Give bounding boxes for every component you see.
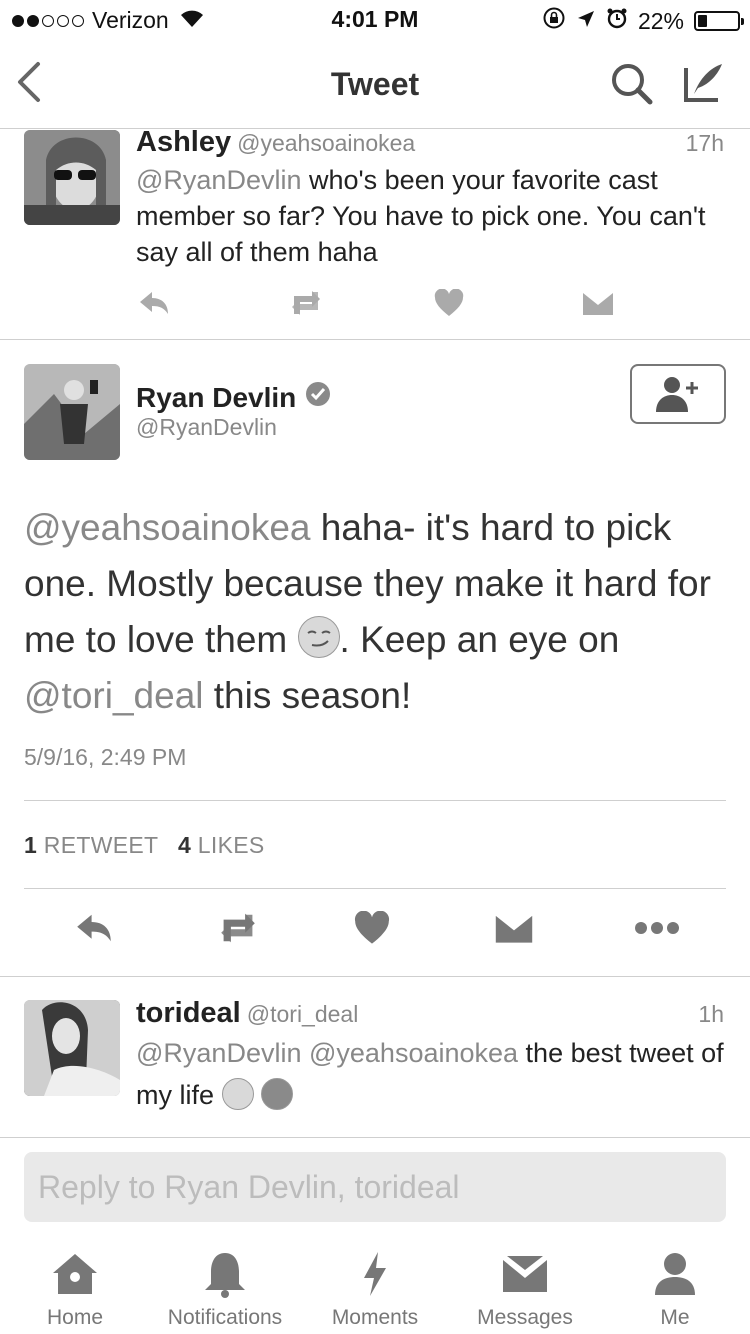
reply-button[interactable] (138, 288, 286, 323)
tab-label: Messages (477, 1306, 573, 1329)
avatar[interactable] (24, 130, 120, 225)
reply-author[interactable]: Ashley @yeahsoainokea (136, 126, 415, 159)
tweet-actions (138, 288, 730, 323)
tab-moments[interactable]: Moments (300, 1248, 450, 1330)
message-button[interactable] (494, 911, 634, 950)
divider (0, 339, 750, 340)
reply-icon (77, 914, 111, 942)
main-author-name[interactable]: Ryan Devlin (136, 380, 332, 415)
like-count: 4 (178, 832, 192, 858)
tweet-text-part: this season! (203, 675, 412, 716)
smirk-emoji-icon (297, 616, 340, 658)
avatar[interactable] (24, 1000, 120, 1096)
mention-link[interactable]: @tori_deal (24, 675, 204, 716)
home-icon (0, 1248, 150, 1300)
retweet-icon (292, 291, 320, 315)
tweet-timestamp: 5/9/16, 2:49 PM (24, 744, 187, 770)
envelope-icon (450, 1248, 600, 1300)
tweet-stats: 1 RETWEET 4 LIKES (24, 832, 265, 859)
divider (0, 1137, 750, 1138)
like-button[interactable] (354, 910, 494, 950)
bell-icon (150, 1248, 300, 1300)
more-icon (635, 922, 679, 934)
likes-stat[interactable]: 4 LIKES (178, 832, 265, 858)
status-right: 22% (542, 6, 744, 36)
reply-input[interactable] (24, 1152, 726, 1222)
heart-icon (434, 288, 464, 316)
tweet-time: 17h (685, 130, 724, 156)
main-author-handle[interactable]: @RyanDevlin (136, 414, 277, 441)
envelope-icon (495, 915, 533, 943)
main-tweet-text: @yeahsoainokea haha- it's hard to pick o… (24, 500, 734, 724)
like-button[interactable] (434, 288, 582, 322)
search-button[interactable] (608, 60, 656, 113)
tab-label: Home (46, 1306, 104, 1329)
author-name: torideal (136, 997, 241, 1029)
mention-link[interactable]: @yeahsoainokea (24, 507, 310, 548)
battery-percent: 22% (637, 7, 684, 34)
main-tweet-actions (74, 910, 750, 951)
author-name: Ashley (136, 126, 232, 158)
lightning-icon (300, 1248, 450, 1300)
compose-icon (684, 64, 722, 102)
divider (24, 888, 726, 889)
author-handle: @tori_deal (246, 1001, 359, 1027)
author-handle: @yeahsoainokea (237, 130, 416, 156)
add-user-icon (656, 377, 698, 412)
tab-label: Moments (331, 1306, 419, 1329)
retweet-stat[interactable]: 1 RETWEET (24, 832, 158, 858)
heart-eyes-emoji-icon (221, 1078, 254, 1110)
tweet-text: @RyanDevlin who's been your favorite cas… (136, 162, 726, 270)
message-button[interactable] (582, 289, 730, 322)
mention-link[interactable]: @RyanDevlin (136, 165, 301, 195)
verified-icon (304, 380, 332, 415)
retweet-button[interactable] (214, 910, 354, 951)
author-name: Ryan Devlin (136, 381, 297, 413)
main-avatar[interactable] (24, 364, 120, 460)
tab-me[interactable]: Me (600, 1248, 750, 1330)
divider (0, 976, 750, 977)
reply-button[interactable] (74, 910, 214, 951)
retweet-button[interactable] (286, 288, 434, 323)
divider (24, 800, 726, 801)
envelope-icon (583, 293, 613, 315)
tab-notifications[interactable]: Notifications (150, 1248, 300, 1330)
tweet-text-part: . Keep an eye on (339, 619, 620, 660)
mention-link[interactable]: @yeahsoainokea (309, 1038, 518, 1068)
tweet-time: 1h (698, 1001, 724, 1027)
tab-messages[interactable]: Messages (450, 1248, 600, 1330)
retweet-icon (221, 913, 255, 943)
alarm-icon (606, 7, 628, 35)
compose-button[interactable] (680, 58, 728, 111)
reply-author[interactable]: torideal @tori_deal (136, 997, 358, 1030)
tweet-text: @RyanDevlin @yeahsoainokea the best twee… (136, 1032, 726, 1116)
tab-bar: Home Notifications Moments Messages Me (0, 1248, 750, 1334)
location-icon (576, 8, 596, 35)
follow-button[interactable] (630, 364, 726, 424)
battery-icon (694, 11, 744, 31)
reply-icon (140, 292, 168, 314)
likes-label: LIKES (197, 832, 265, 858)
mention-link[interactable]: @RyanDevlin (136, 1038, 301, 1068)
tab-home[interactable]: Home (0, 1248, 150, 1330)
retweet-label: RETWEET (43, 832, 158, 858)
tab-label: Notifications (167, 1306, 283, 1329)
see-no-evil-monkey-emoji-icon (261, 1078, 294, 1110)
search-icon (612, 64, 653, 105)
person-icon (600, 1248, 750, 1300)
nav-bar: Tweet (0, 40, 750, 129)
more-button[interactable] (634, 921, 750, 940)
status-bar: Verizon 4:01 PM 22% (0, 0, 750, 40)
retweet-count: 1 (24, 832, 38, 858)
heart-icon (354, 910, 390, 944)
rotation-lock-icon (542, 6, 566, 36)
tab-label: Me (660, 1306, 690, 1329)
